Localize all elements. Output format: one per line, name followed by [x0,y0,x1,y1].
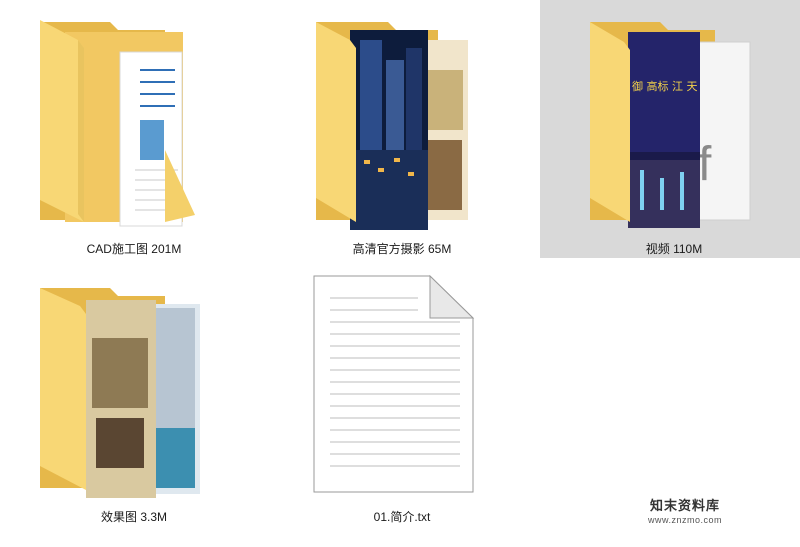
folder-icon [40,288,200,498]
text-file-icon [313,274,475,493]
folder-label: CAD施工图 201M [86,242,182,256]
folder-video[interactable]: f 御 高标 江 天 视频 110M [540,0,800,258]
file-intro-txt[interactable]: 01.简介.txt [268,268,536,526]
watermark-name: 知末资料库 [649,498,720,513]
folder-label: 效果图 3.3M [100,510,167,524]
folder-label: 高清官方摄影 65M [352,242,452,256]
folder-cad[interactable]: CAD施工图 201M [0,0,268,258]
video-poster-text: 御 高标 江 天 [632,79,698,93]
watermark: 知末资料库 www.znzmo.com [648,495,722,525]
watermark-url: www.znzmo.com [647,515,722,525]
folder-icon: f 御 高标 江 天 [590,22,751,228]
folder-renderings[interactable]: 效果图 3.3M [0,268,268,526]
folder-label: 视频 110M [645,242,703,256]
folder-icon [316,22,468,230]
folder-icon [40,20,195,227]
svg-text:f: f [698,138,712,191]
folder-photography[interactable]: 高清官方摄影 65M [268,0,536,258]
file-label: 01.简介.txt [373,510,431,524]
